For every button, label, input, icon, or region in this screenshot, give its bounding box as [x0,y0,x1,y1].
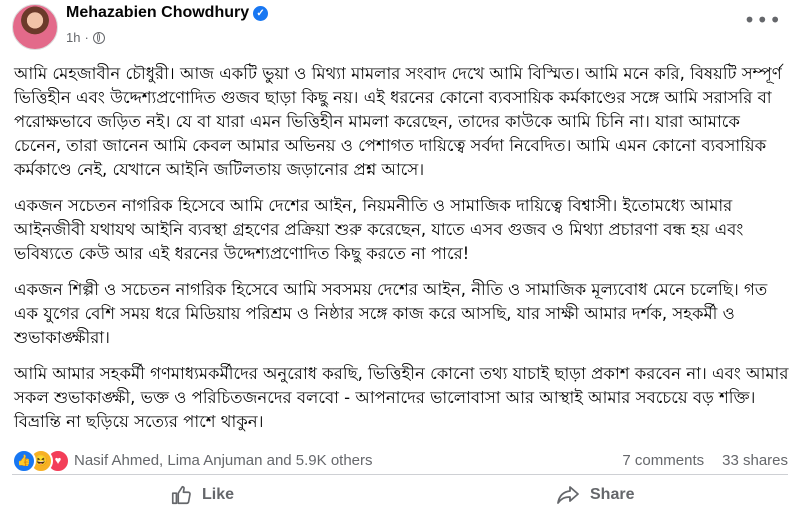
more-options-icon[interactable]: ••• [744,8,782,32]
post-body: আমি মেহজাবীন চৌধুরী। আজ একটি ভুয়া ও মিথ… [14,62,790,446]
author-name-row[interactable]: Mehazabien Chowdhury ✓ [66,4,269,22]
divider [12,474,788,475]
author-name[interactable]: Mehazabien Chowdhury [66,4,249,21]
like-button[interactable]: Like [170,478,234,512]
shares-count[interactable]: 33 shares [722,452,788,469]
meta-separator: · [84,30,89,45]
post-paragraph: একজন শিল্পী ও সচেতন নাগরিক হিসেবে আমি সব… [14,280,768,347]
post-time[interactable]: 1h [66,30,80,45]
like-reaction-icon: 👍 [12,449,36,473]
reactors-summary[interactable]: Nasif Ahmed, Lima Anjuman and 5.9K other… [74,452,373,469]
share-arrow-icon [557,486,579,504]
share-button[interactable]: Share [556,478,634,512]
post-paragraph: একজন সচেতন নাগরিক হিসেবে আমি দেশের আইন, … [14,196,744,263]
thumbs-up-icon [171,485,191,505]
avatar[interactable] [12,4,58,50]
post-header: Mehazabien Chowdhury ✓ 1h · ••• [0,0,800,56]
like-label: Like [202,486,235,503]
post-meta: 1h · [66,30,105,45]
post-stats: 👍 😆 ♥ Nasif Ahmed, Lima Anjuman and 5.9K… [12,449,788,473]
comments-count[interactable]: 7 comments [622,452,704,469]
post-paragraph: আমি আমার সহকর্মী গণমাধ্যমকর্মীদের অনুরোধ… [14,364,789,431]
verified-badge-icon: ✓ [253,6,269,21]
post-actions: Like Share [12,478,788,512]
post-paragraph: আমি মেহজাবীন চৌধুরী। আজ একটি ভুয়া ও মিথ… [14,64,782,179]
globe-icon[interactable] [92,32,105,44]
share-label: Share [590,486,635,503]
engagement-counts: 7 comments 33 shares [604,452,788,469]
